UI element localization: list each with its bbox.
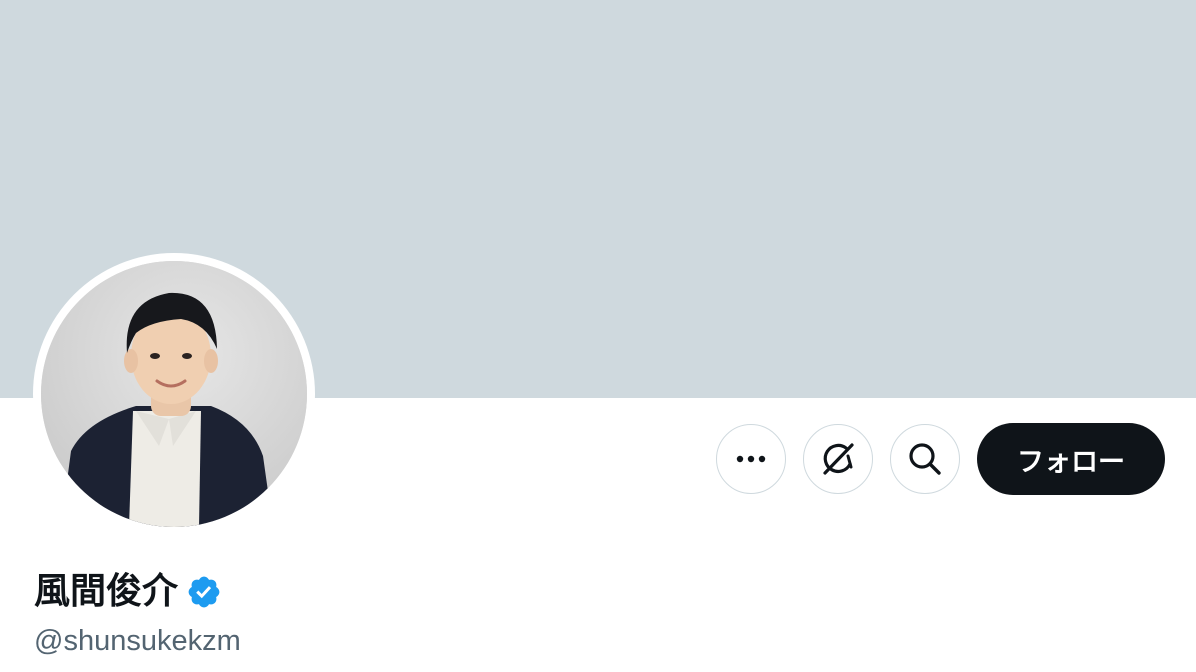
- ellipsis-icon: [736, 455, 766, 463]
- search-icon: [907, 441, 943, 477]
- profile-actions: フォロー: [716, 423, 1165, 495]
- verified-badge-icon[interactable]: [186, 574, 222, 610]
- grok-icon: [819, 440, 857, 478]
- avatar[interactable]: [41, 261, 307, 527]
- search-button[interactable]: [890, 424, 960, 494]
- profile-name-row: 風間俊介: [34, 566, 222, 618]
- follow-button[interactable]: フォロー: [977, 423, 1165, 495]
- more-button[interactable]: [716, 424, 786, 494]
- avatar-ring: [33, 253, 315, 535]
- grok-button[interactable]: [803, 424, 873, 494]
- follow-button-label: フォロー: [1017, 446, 1125, 478]
- display-name: 風間俊介: [34, 571, 179, 612]
- profile-page: フォロー 風間俊介 @shunsukekzm: [0, 0, 1196, 672]
- avatar-photo: [41, 261, 307, 527]
- profile-handle: @shunsukekzm: [34, 625, 241, 657]
